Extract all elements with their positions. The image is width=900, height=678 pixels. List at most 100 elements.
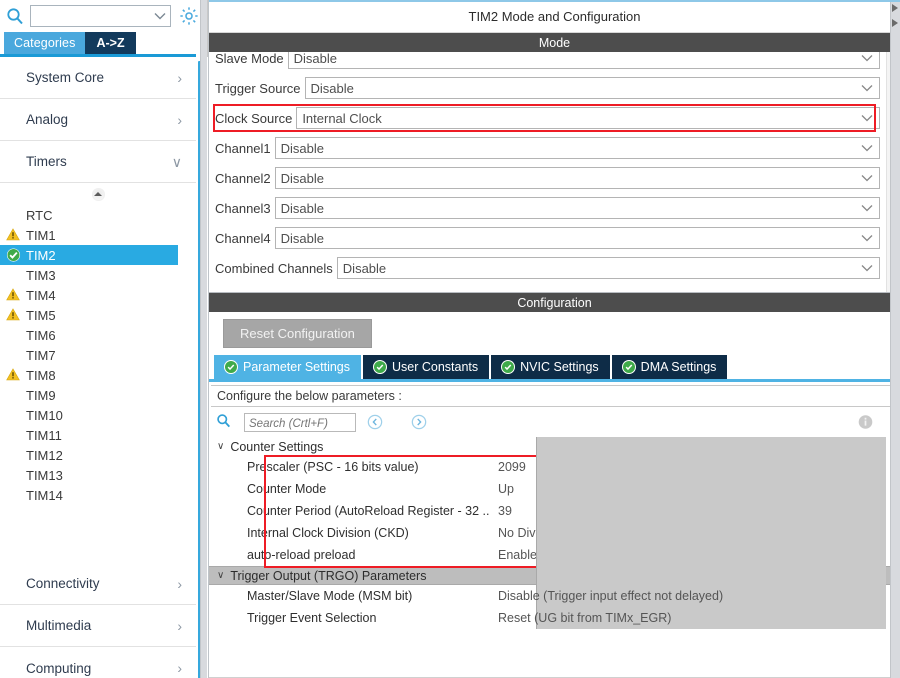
sidebar-item-tim2[interactable]: TIM2 xyxy=(0,245,178,265)
previous-circle-icon[interactable] xyxy=(366,413,384,431)
search-icon xyxy=(6,7,24,25)
param-group-trigger-output-trgo-parameters[interactable]: ∨ Trigger Output (TRGO) Parameters xyxy=(209,437,900,629)
mode-select-channel4[interactable]: Disable xyxy=(274,227,880,249)
sidebar-item-label: TIM8 xyxy=(26,367,56,383)
sidebar-item-tim11[interactable]: TIM11 xyxy=(0,425,196,445)
table-row[interactable]: Master/Slave Mode (MSM bit) Disable (Trig… xyxy=(209,585,900,607)
sidebar-item-tim5[interactable]: TIM5 xyxy=(0,305,196,325)
mode-row-trigger-source: Trigger Source Disable xyxy=(215,73,880,103)
status-none-icon xyxy=(6,488,21,503)
chevron-down-icon[interactable]: ∨ xyxy=(217,570,224,581)
sidebar-item-tim10[interactable]: TIM10 xyxy=(0,405,196,425)
sidebar-group-label: Analog xyxy=(26,112,69,127)
chevron-down-icon[interactable]: ∨ xyxy=(172,155,182,169)
chevron-right-icon[interactable] xyxy=(892,19,898,27)
parameter-search-input[interactable] xyxy=(245,415,355,432)
sidebar-item-tim3[interactable]: TIM3 xyxy=(0,265,196,285)
sidebar-item-tim14[interactable]: TIM14 xyxy=(0,485,196,505)
sidebar-item-tim7[interactable]: TIM7 xyxy=(0,345,196,365)
param-name: Master/Slave Mode (MSM bit) xyxy=(247,589,413,603)
collapse-arrows[interactable] xyxy=(890,4,900,27)
mode-row-channel1: Channel1 Disable xyxy=(215,133,880,163)
mode-row-label: Combined Channels xyxy=(215,260,333,276)
chevron-right-icon[interactable]: › xyxy=(177,619,182,633)
sidebar-search-row xyxy=(0,0,207,32)
cubemx-window: Categories A->Z System Core › Analog › Timer… xyxy=(0,0,900,678)
tab-categories[interactable]: Categories xyxy=(4,32,86,54)
chevron-right-icon[interactable] xyxy=(892,4,898,12)
chevron-down-icon[interactable] xyxy=(861,204,873,212)
mode-select-channel1[interactable]: Disable xyxy=(274,137,880,159)
param-value[interactable]: 39 xyxy=(498,504,512,518)
peripheral-scroll-up-indicator[interactable] xyxy=(0,183,196,205)
sidebar-item-tim9[interactable]: TIM9 xyxy=(0,385,196,405)
tab-dma-settings[interactable]: DMA Settings xyxy=(611,355,728,379)
param-value[interactable]: Reset (UG bit from TIMx_EGR) xyxy=(498,611,671,625)
tab-user-constants[interactable]: User Constants xyxy=(363,355,490,379)
mode-select-combined-channels[interactable]: Disable xyxy=(336,257,880,279)
gear-icon[interactable] xyxy=(177,4,201,28)
caret-up-icon[interactable] xyxy=(91,187,105,201)
sidebar-item-label: TIM13 xyxy=(26,467,63,483)
chevron-down-icon[interactable] xyxy=(861,234,873,242)
next-circle-icon[interactable] xyxy=(410,413,428,431)
status-warning-icon xyxy=(6,288,21,303)
sidebar-item-tim4[interactable]: TIM4 xyxy=(0,285,196,305)
chevron-right-icon[interactable]: › xyxy=(177,71,182,85)
tab-a-to-z[interactable]: A->Z xyxy=(85,32,136,54)
table-row[interactable]: Trigger Event Selection Reset (UG bit fro… xyxy=(209,607,900,629)
mode-select-channel2[interactable]: Disable xyxy=(274,167,880,189)
sidebar-item-tim1[interactable]: TIM1 xyxy=(0,225,196,245)
peripheral-sidebar: Categories A->Z System Core › Analog › Timer… xyxy=(0,0,208,678)
chevron-down-icon[interactable] xyxy=(861,174,873,182)
sidebar-group-timers[interactable]: Timers ∨ xyxy=(0,141,196,183)
tab-nvic-settings[interactable]: NVIC Settings xyxy=(491,355,610,379)
configuration-tab-rule xyxy=(209,379,900,382)
parameter-search-box[interactable] xyxy=(244,412,356,432)
mode-row-label: Slave Mode xyxy=(215,52,284,66)
mode-select-trigger-source[interactable]: Disable xyxy=(304,77,880,99)
sidebar-group-connectivity[interactable]: Connectivity › xyxy=(0,563,196,605)
mode-select-channel3[interactable]: Disable xyxy=(274,197,880,219)
chevron-down-icon[interactable] xyxy=(861,114,873,122)
sidebar-item-label: TIM10 xyxy=(26,407,63,423)
sidebar-group-analog[interactable]: Analog › xyxy=(0,99,196,141)
sidebar-item-rtc[interactable]: RTC xyxy=(0,205,196,225)
sidebar-item-tim8[interactable]: TIM8 xyxy=(0,365,196,385)
sidebar-group-computing[interactable]: Computing › xyxy=(0,647,196,678)
configuration-panel: Reset Configuration Parameter Settings Us… xyxy=(209,312,900,678)
mode-band: Mode xyxy=(209,33,900,52)
mode-select-clock-source[interactable]: Internal Clock xyxy=(296,107,880,129)
chevron-down-icon[interactable] xyxy=(861,54,873,62)
sidebar-item-label: TIM14 xyxy=(26,487,63,503)
sidebar-search-combo[interactable] xyxy=(30,5,171,27)
param-name: auto-reload preload xyxy=(247,548,356,562)
chevron-right-icon[interactable]: › xyxy=(177,661,182,675)
chevron-down-icon[interactable] xyxy=(861,264,873,272)
chevron-down-icon[interactable]: ∨ xyxy=(217,441,224,452)
mode-select-value: Internal Clock xyxy=(302,110,382,126)
chevron-down-icon[interactable] xyxy=(861,84,873,92)
chevron-down-icon[interactable] xyxy=(861,144,873,152)
sidebar-group-system-core[interactable]: System Core › xyxy=(0,57,196,99)
reset-configuration-button[interactable]: Reset Configuration xyxy=(223,319,372,348)
param-value[interactable]: 2099 xyxy=(498,460,526,474)
sidebar-item-tim6[interactable]: TIM6 xyxy=(0,325,196,345)
mode-select-slave-mode[interactable]: Disable xyxy=(287,52,880,69)
param-value[interactable]: Up xyxy=(498,482,514,496)
chevron-down-icon[interactable] xyxy=(154,6,166,26)
sidebar-group-multimedia[interactable]: Multimedia › xyxy=(0,605,196,647)
sidebar-item-tim12[interactable]: TIM12 xyxy=(0,445,196,465)
param-value[interactable]: Enable xyxy=(498,548,537,562)
info-icon[interactable] xyxy=(857,414,874,431)
sidebar-search-input[interactable] xyxy=(31,6,170,26)
mode-row-channel4: Channel4 Disable xyxy=(215,223,880,253)
sidebar-item-tim13[interactable]: TIM13 xyxy=(0,465,196,485)
mode-select-value: Disable xyxy=(293,52,338,66)
chevron-right-icon[interactable]: › xyxy=(177,113,182,127)
tab-parameter-settings[interactable]: Parameter Settings xyxy=(214,355,361,379)
param-value[interactable]: Disable (Trigger input effect not delaye… xyxy=(498,589,723,603)
chevron-right-icon[interactable]: › xyxy=(177,577,182,591)
status-ok-icon xyxy=(622,361,635,373)
sidebar-item-label: TIM2 xyxy=(26,247,56,263)
